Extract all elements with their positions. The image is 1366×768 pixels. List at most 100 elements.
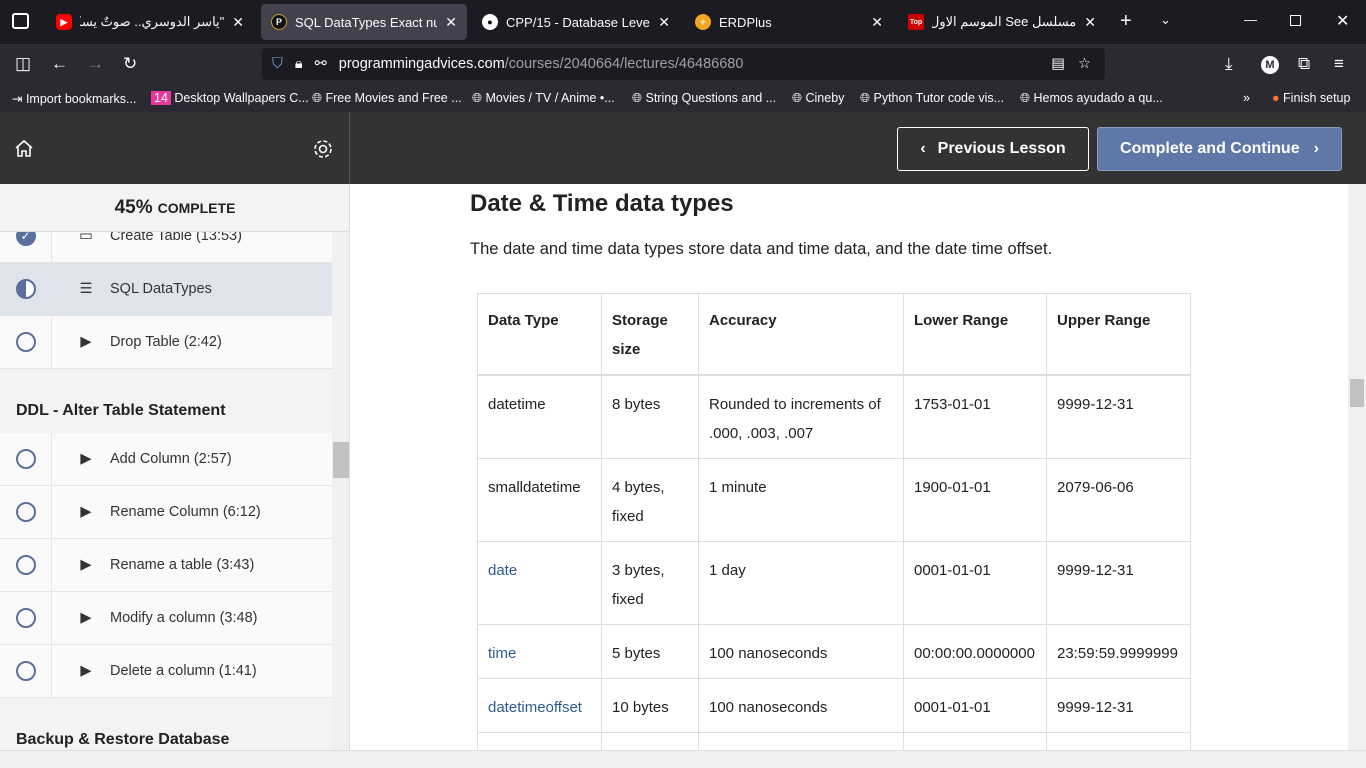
previous-lesson-button[interactable]: ‹ Previous Lesson <box>897 127 1089 171</box>
close-tab-icon[interactable]: ✕ <box>445 14 457 31</box>
table-cell[interactable]: time <box>477 624 602 679</box>
finish-setup[interactable]: ● Finish setup <box>1272 91 1350 105</box>
incomplete-circle-icon <box>15 332 36 352</box>
table-cell: 5 bytes <box>601 624 699 679</box>
close-window-icon[interactable]: ✕ <box>1336 11 1349 31</box>
close-tab-icon[interactable]: ✕ <box>871 14 883 31</box>
lecture-title: Rename Column (6:12) <box>110 504 261 520</box>
reader-view-icon[interactable]: ▤ <box>1051 56 1065 72</box>
bookmark-import[interactable]: ⇥ Import bookmarks... <box>12 91 136 106</box>
text-lesson-icon: ☰ <box>79 281 93 297</box>
tab-title: SQL DataTypes Exact numeric <box>295 14 438 30</box>
bookmarks-overflow-icon[interactable]: » <box>1243 91 1250 105</box>
table-cell: datetime <box>477 374 602 459</box>
bookmark-label: Free Movies and Free ... <box>325 91 462 105</box>
reload-icon[interactable]: ↻ <box>123 54 137 74</box>
table-cell: 1900-01-01 <box>903 458 1047 542</box>
bookmark-movies-tv[interactable]: 🌐︎ Movies / TV / Anime •... <box>472 91 615 106</box>
in-progress-icon <box>15 279 36 299</box>
page-scroll-thumb[interactable] <box>1350 379 1364 407</box>
table-cell: 9999-12-31 <box>1046 732 1191 750</box>
tab-github[interactable]: ● CPP/15 - Database Level 1 - S ✕ <box>472 4 680 40</box>
extensions-icon[interactable]: ⧉ <box>1298 54 1310 74</box>
tab-series[interactable]: Top مسلسل See الموسم الاول الحا ✕ <box>898 4 1106 40</box>
table-row: datetimeoffset 10 bytes 100 nanoseconds 000… <box>477 678 1191 733</box>
permissions-icon[interactable]: ⚯ <box>315 56 327 72</box>
bookmark-label: String Questions and ... <box>645 91 777 105</box>
github-icon: ● <box>482 14 498 30</box>
bookmark-free-movies[interactable]: 🌐︎ Free Movies and Free ... <box>312 91 462 106</box>
course-sidebar: 45% COMPLETE ✓ ▭ Create Table (13:53) ☰ SQL … <box>0 184 350 750</box>
course-progress: 45% COMPLETE <box>0 184 349 232</box>
sidebar-scrollbar[interactable] <box>332 232 349 750</box>
bookmark-wallpapers[interactable]: 14 Desktop Wallpapers C... <box>151 91 309 105</box>
incomplete-circle-icon <box>15 608 36 628</box>
menu-icon[interactable]: ≡ <box>1334 54 1344 74</box>
lecture-item[interactable]: ▶︎ Rename Column (6:12) <box>0 486 332 539</box>
sidebar-toggle-icon[interactable]: ◫ <box>15 54 31 74</box>
intro-paragraph: The date and time data types store data … <box>470 240 1053 258</box>
bookmark-cineby[interactable]: 🌐︎ Cineby <box>792 91 844 106</box>
table-row: datetime26 bytes100 nanoseconds0001-01-0… <box>477 732 1191 750</box>
video-icon: ▶︎ <box>80 557 92 573</box>
shield-icon[interactable]: ⛉ <box>272 56 283 72</box>
lock-icon[interactable]: 🔒︎ <box>295 56 303 72</box>
lecture-item-current[interactable]: ☰ SQL DataTypes <box>0 263 332 316</box>
table-cell: 0001-01-01 <box>903 732 1047 750</box>
page-scrollbar[interactable] <box>1348 184 1366 750</box>
tab-sql-datatypes[interactable]: P SQL DataTypes Exact numeric ✕ <box>261 4 467 40</box>
horizontal-scrollbar[interactable] <box>0 750 1366 768</box>
lecture-item[interactable]: ▶︎ Rename a table (3:43) <box>0 539 332 592</box>
new-tab-icon[interactable]: + <box>1120 10 1132 33</box>
table-cell: 00:00:00.0000000 <box>903 624 1047 679</box>
lecture-item[interactable]: ▶︎ Modify a column (3:48) <box>0 592 332 645</box>
table-cell: 9999-12-31 <box>1046 678 1191 733</box>
url-bar[interactable]: ⛉ 🔒︎ ⚯ programmingadvices.com/courses/20… <box>262 48 1105 80</box>
table-cell: smalldatetime <box>477 458 602 542</box>
video-icon: ▶︎ <box>80 451 92 467</box>
close-tab-icon[interactable]: ✕ <box>232 14 244 31</box>
p-logo-icon: P <box>271 14 287 30</box>
url-path: /courses/2040664/lectures/46486680 <box>504 56 744 72</box>
bookmark-label: Cineby <box>805 91 845 105</box>
lecture-item[interactable]: ▶︎ Delete a column (1:41) <box>0 645 332 698</box>
forward-icon[interactable]: → <box>87 54 104 74</box>
home-icon[interactable] <box>14 139 34 158</box>
tab-erdplus[interactable]: + ERDPlus ✕ <box>685 4 893 40</box>
table-cell[interactable]: date <box>477 541 602 625</box>
sidebar-scroll-thumb[interactable] <box>333 442 349 478</box>
tab-overview-icon[interactable] <box>12 13 29 29</box>
back-icon[interactable]: ← <box>51 54 68 74</box>
table-cell: 6 bytes <box>601 732 699 750</box>
video-icon: ▶︎ <box>80 334 92 350</box>
table-header-row: Data Type Storage size Accuracy Lower Ra… <box>477 293 1191 376</box>
lecture-item[interactable]: ▶︎ Add Column (2:57) <box>0 433 332 486</box>
restore-icon[interactable] <box>1290 15 1301 26</box>
tab-youtube[interactable]: ▶ "ياسر الدوسري.. صوتٌ يسكن ال ✕ <box>46 4 254 40</box>
table-cell[interactable]: datetimeoffset <box>477 678 602 733</box>
table-cell: 100 nanoseconds <box>698 624 904 679</box>
column-header: Lower Range <box>903 293 1047 376</box>
bookmark-star-icon[interactable]: ☆ <box>1078 56 1091 72</box>
complete-and-continue-button[interactable]: Complete and Continue › <box>1097 127 1342 171</box>
bookmark-string-questions[interactable]: 🌐︎ String Questions and ... <box>632 91 776 106</box>
close-tab-icon[interactable]: ✕ <box>1084 14 1096 31</box>
downloads-icon[interactable]: ⤓ <box>1225 54 1233 74</box>
bookmark-hemos[interactable]: 🌐︎ Hemos ayudado a qu... <box>1020 91 1163 106</box>
minimize-icon[interactable]: — <box>1244 12 1257 27</box>
tab-list-chevron-icon[interactable]: ⌄ <box>1160 12 1171 28</box>
column-header: Upper Range <box>1046 293 1191 376</box>
complete-continue-label: Complete and Continue <box>1120 140 1300 157</box>
column-header: Data Type <box>477 293 602 376</box>
bookmark-python-tutor[interactable]: 🌐︎ Python Tutor code vis... <box>860 91 1004 106</box>
sidebar-header <box>0 112 350 184</box>
lecture-item[interactable]: ▶︎ Drop Table (2:42) <box>0 316 332 369</box>
table-cell: 100 nanoseconds <box>698 678 904 733</box>
account-avatar[interactable]: M <box>1261 56 1279 74</box>
erdplus-icon: + <box>695 14 711 30</box>
settings-gear-icon[interactable] <box>312 138 334 160</box>
close-tab-icon[interactable]: ✕ <box>658 14 670 31</box>
lecture-title: Modify a column (3:48) <box>110 610 258 626</box>
progress-percent: 45% <box>114 196 153 218</box>
table-cell[interactable]: datetime2 <box>477 732 602 750</box>
